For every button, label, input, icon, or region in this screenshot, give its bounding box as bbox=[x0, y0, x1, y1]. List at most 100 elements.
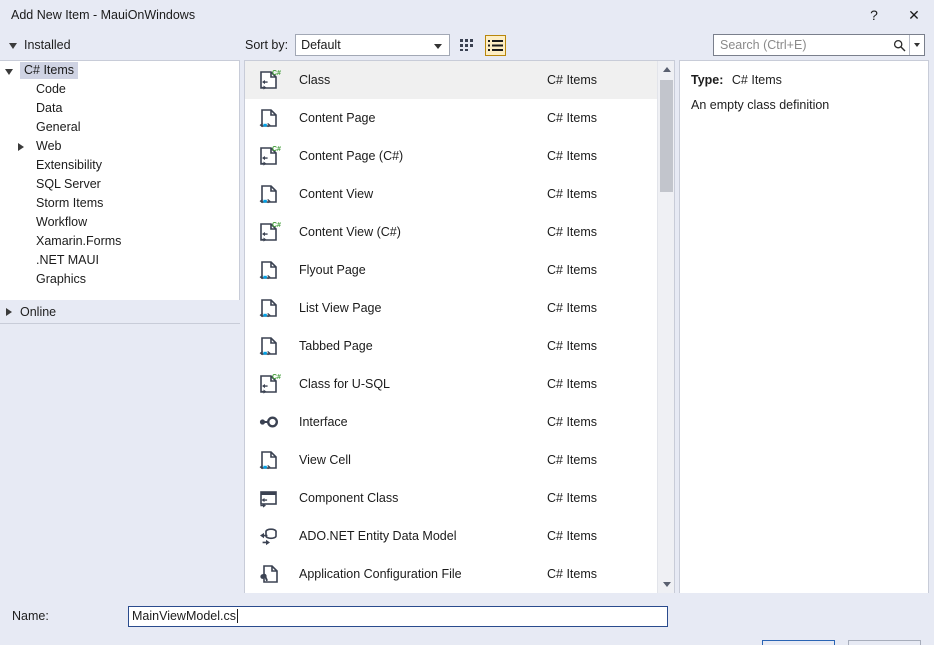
tree-item-online[interactable]: Online bbox=[0, 300, 240, 324]
list-item-category: C# Items bbox=[547, 301, 598, 315]
list-item-name: Interface bbox=[299, 415, 348, 429]
list-view-button[interactable] bbox=[485, 34, 507, 56]
list-item-class-for-u-sql[interactable]: C# Class for U-SQL C# Items bbox=[245, 365, 657, 403]
list-item-category: C# Items bbox=[547, 453, 598, 467]
tree-item-data[interactable]: Data bbox=[0, 99, 239, 118]
add-button[interactable]: Add bbox=[762, 640, 835, 645]
sort-by-label: Sort by: bbox=[245, 38, 289, 52]
list-item-category: C# Items bbox=[547, 415, 598, 429]
tree-item-graphics[interactable]: Graphics bbox=[0, 270, 239, 289]
list-item-class[interactable]: C# Class C# Items bbox=[245, 61, 657, 99]
list-item-content-page-csharp[interactable]: C# Content Page (C#) C# Items bbox=[245, 137, 657, 175]
search-options-button[interactable] bbox=[909, 35, 924, 55]
tree-item-storm-items[interactable]: Storm Items bbox=[0, 194, 239, 213]
list-item-content-page[interactable]: Content Page C# Items bbox=[245, 99, 657, 137]
tree-item-label: Code bbox=[36, 82, 66, 96]
tree-item-xamarin-forms[interactable]: Xamarin.Forms bbox=[0, 232, 239, 251]
list-item-content-view[interactable]: Content View C# Items bbox=[245, 175, 657, 213]
config-file-icon bbox=[253, 562, 285, 586]
tree-item-sql-server[interactable]: SQL Server bbox=[0, 175, 239, 194]
scrollbar-thumb[interactable] bbox=[660, 80, 673, 192]
list-item-tabbed-page[interactable]: Tabbed Page C# Items bbox=[245, 327, 657, 365]
list-item-category: C# Items bbox=[547, 377, 598, 391]
tree-item-net-maui[interactable]: .NET MAUI bbox=[0, 251, 239, 270]
close-button[interactable]: ✕ bbox=[894, 0, 934, 30]
list-item-view-cell[interactable]: View Cell C# Items bbox=[245, 441, 657, 479]
tiles-view-icon bbox=[460, 39, 474, 51]
list-item-category: C# Items bbox=[547, 187, 598, 201]
tree-item-label: General bbox=[36, 120, 81, 134]
list-item-interface[interactable]: Interface C# Items bbox=[245, 403, 657, 441]
installed-header[interactable]: Installed bbox=[0, 30, 240, 60]
detail-type-row: Type: C# Items bbox=[691, 73, 917, 87]
chevron-right-icon[interactable] bbox=[4, 307, 20, 316]
window-title: Add New Item - MauiOnWindows bbox=[11, 8, 196, 22]
svg-text:C#: C# bbox=[272, 374, 281, 381]
tree-item-web[interactable]: Web bbox=[0, 137, 239, 156]
csharp-class-icon: C# bbox=[253, 68, 285, 92]
button-row: Add Cancel bbox=[0, 631, 934, 645]
svg-text:C#: C# bbox=[272, 222, 281, 229]
list-item-name: Class bbox=[299, 73, 331, 87]
tree-item-label: .NET MAUI bbox=[36, 253, 99, 267]
list-item-name: Tabbed Page bbox=[299, 339, 373, 353]
tree-item-extensibility[interactable]: Extensibility bbox=[0, 156, 239, 175]
tree-item-label: Xamarin.Forms bbox=[36, 234, 122, 248]
list-item-category: C# Items bbox=[547, 225, 598, 239]
cancel-button[interactable]: Cancel bbox=[848, 640, 921, 645]
list-scrollbar[interactable] bbox=[657, 61, 674, 593]
left-column: C# Items Code Data General Web Extensibi… bbox=[0, 60, 240, 593]
list-item-name: View Cell bbox=[299, 453, 351, 467]
tree-item-workflow[interactable]: Workflow bbox=[0, 213, 239, 232]
component-class-icon bbox=[253, 486, 285, 510]
tree-item-csharp-items[interactable]: C# Items bbox=[0, 61, 239, 80]
list-item-content-view-csharp[interactable]: C# Content View (C#) C# Items bbox=[245, 213, 657, 251]
tree-item-label: C# Items bbox=[20, 62, 79, 79]
sort-controls: Sort by: Default bbox=[240, 30, 680, 60]
tree-item-label: Workflow bbox=[36, 215, 88, 229]
tiles-view-button[interactable] bbox=[457, 35, 478, 56]
help-button[interactable]: ? bbox=[854, 0, 894, 30]
chevron-down-icon[interactable] bbox=[4, 68, 20, 75]
list-item-name: List View Page bbox=[299, 301, 382, 315]
csharp-class-icon: C# bbox=[253, 372, 285, 396]
tree-item-label: Web bbox=[36, 139, 62, 153]
scroll-down-button[interactable] bbox=[658, 576, 674, 593]
list-item-name: Content Page bbox=[299, 111, 376, 125]
list-item-application-configuration-file[interactable]: Application Configuration File C# Items bbox=[245, 555, 657, 593]
list-view-icon bbox=[488, 40, 504, 51]
list-item-ado-net-entity-data-model[interactable]: ADO.NET Entity Data Model C# Items bbox=[245, 517, 657, 555]
xaml-page-icon bbox=[253, 106, 285, 130]
tree-item-general[interactable]: General bbox=[0, 118, 239, 137]
magnifier-icon bbox=[893, 39, 906, 51]
search-input[interactable]: Search (Ctrl+E) bbox=[713, 34, 925, 56]
list-item-category: C# Items bbox=[547, 529, 598, 543]
list-item-flyout-page[interactable]: Flyout Page C# Items bbox=[245, 251, 657, 289]
xaml-page-icon bbox=[253, 334, 285, 358]
details-panel: Type: C# Items An empty class definition bbox=[679, 60, 929, 593]
list-item-category: C# Items bbox=[547, 491, 598, 505]
template-list-rows: C# Class C# Items Content Page C# Items … bbox=[245, 61, 657, 593]
dialog-body: C# Items Code Data General Web Extensibi… bbox=[0, 60, 934, 593]
csharp-class-icon: C# bbox=[253, 220, 285, 244]
chevron-down-icon bbox=[914, 43, 920, 47]
chevron-right-icon[interactable] bbox=[16, 142, 32, 151]
left-filler bbox=[0, 324, 240, 593]
name-input[interactable]: MainViewModel.cs bbox=[128, 605, 668, 627]
detail-type-label: Type: bbox=[691, 73, 724, 87]
list-item-name: Content View bbox=[299, 187, 374, 201]
scroll-up-button[interactable] bbox=[658, 61, 674, 78]
tree-item-code[interactable]: Code bbox=[0, 80, 239, 99]
list-item-component-class[interactable]: Component Class C# Items bbox=[245, 479, 657, 517]
sort-by-dropdown[interactable]: Default bbox=[295, 34, 451, 56]
detail-type-value: C# Items bbox=[731, 73, 782, 87]
entity-data-icon bbox=[253, 524, 285, 548]
search-icon[interactable] bbox=[891, 36, 908, 54]
sort-by-value: Default bbox=[301, 38, 341, 52]
category-tree[interactable]: C# Items Code Data General Web Extensibi… bbox=[0, 60, 240, 300]
tree-item-label: Data bbox=[36, 101, 63, 115]
xaml-page-icon bbox=[253, 182, 285, 206]
template-list[interactable]: C# Class C# Items Content Page C# Items … bbox=[244, 60, 675, 593]
search-placeholder: Search (Ctrl+E) bbox=[720, 38, 807, 52]
list-item-list-view-page[interactable]: List View Page C# Items bbox=[245, 289, 657, 327]
